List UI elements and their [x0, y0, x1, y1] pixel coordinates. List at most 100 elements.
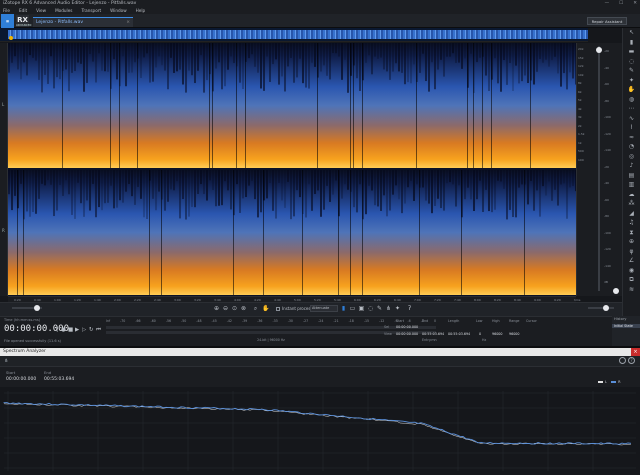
spectrogram-display[interactable]: [8, 43, 576, 296]
freq-tick: 1k: [578, 140, 582, 145]
meter-tick: -42: [226, 319, 232, 323]
view-length[interactable]: 00:55:03.694: [448, 332, 470, 336]
module-fade-icon[interactable]: ◢: [628, 210, 636, 218]
module-voice-icon[interactable]: ♪: [628, 162, 636, 170]
view-high[interactable]: 96000: [492, 332, 503, 336]
module-breath-icon[interactable]: ☁: [628, 191, 636, 199]
view-label: View: [384, 332, 392, 336]
play-selection-icon[interactable]: ▷: [82, 327, 86, 333]
instant-process-mode[interactable]: Attenuate: [310, 305, 338, 312]
magic-wand-icon[interactable]: ✦: [628, 77, 636, 85]
wand-tool-icon[interactable]: ✦: [394, 305, 401, 312]
zoom-in-icon[interactable]: ⊕: [213, 305, 220, 312]
close-button[interactable]: ✕: [633, 0, 637, 8]
vertical-zoom-thumb[interactable]: [603, 305, 609, 311]
header-end: End: [422, 319, 429, 323]
module-leveler-icon[interactable]: ▥: [628, 181, 636, 189]
module-loudness-icon[interactable]: ◉: [628, 267, 636, 275]
ear-tool-icon[interactable]: ʔ: [406, 305, 413, 312]
sel-start[interactable]: 00:00:00.000: [396, 325, 418, 329]
meter-tick: -18: [348, 319, 354, 323]
module-dehum-icon[interactable]: ∿: [628, 115, 636, 123]
hz-note: Hz: [482, 338, 487, 342]
gear-icon[interactable]: [619, 357, 626, 364]
spectrum-plot[interactable]: [0, 387, 640, 475]
spectrogram-channel-right[interactable]: [8, 170, 576, 295]
playhead-marker[interactable]: [9, 36, 13, 40]
colormap-slider-thumb[interactable]: [596, 47, 602, 53]
view-start[interactable]: 00:00:00.000: [396, 332, 418, 336]
waveform-overview[interactable]: [0, 28, 588, 42]
meter-tick: -21: [333, 319, 339, 323]
module-mixing-icon[interactable]: ⊕: [628, 238, 636, 246]
view-low[interactable]: 0: [479, 332, 481, 336]
lasso-tool-icon[interactable]: ◌: [367, 305, 374, 312]
minimize-button[interactable]: —: [605, 0, 610, 8]
hand-icon[interactable]: ✋: [628, 86, 636, 94]
hand-tool-icon[interactable]: ✋: [262, 305, 269, 312]
module-gain-icon[interactable]: ◔: [628, 143, 636, 151]
frequency-select-icon[interactable]: ▬: [628, 48, 636, 56]
headphones-icon[interactable]: ♫: [54, 327, 59, 333]
channel-strip: [0, 43, 8, 296]
analyzer-mode-icon[interactable]: ⋔: [4, 358, 8, 364]
module-dither-icon[interactable]: ⁂: [628, 200, 636, 208]
maximize-button[interactable]: ☐: [619, 0, 623, 8]
horizontal-zoom-thumb[interactable]: [34, 305, 40, 311]
module-spectral-icon[interactable]: ▤: [628, 172, 636, 180]
magnify-icon[interactable]: ⌕: [252, 305, 259, 312]
help-icon[interactable]: ?: [628, 357, 635, 364]
view-range[interactable]: 96000: [509, 332, 520, 336]
status-message: File opened successfully (11.6 s): [4, 339, 61, 343]
stop-icon[interactable]: ■: [68, 327, 73, 333]
freq-select-tool-icon[interactable]: ▭: [349, 305, 356, 312]
module-ambience-icon[interactable]: ≋: [628, 286, 636, 294]
harmonic-tool-icon[interactable]: ⋔: [385, 305, 392, 312]
module-reverb-icon[interactable]: ◎: [628, 153, 636, 161]
module-pitch-icon[interactable]: ♫: [628, 219, 636, 227]
play-icon[interactable]: ▶: [75, 327, 79, 333]
frequency-zoom-thumb[interactable]: [613, 288, 619, 294]
module-denoise-icon[interactable]: ◍: [628, 96, 636, 104]
freq-tick: 5k: [578, 98, 582, 102]
channel-label-left: L: [2, 102, 5, 107]
module-time-icon[interactable]: ⧗: [628, 229, 636, 237]
brush-icon[interactable]: ✎: [628, 67, 636, 75]
pointer-icon[interactable]: ↖: [628, 29, 636, 37]
spectrogram-texture-right: [8, 170, 576, 295]
timefreq-select-tool-icon[interactable]: ▣: [358, 305, 365, 312]
time-select-tool-icon[interactable]: ▮: [340, 305, 347, 312]
spectrogram-channel-left[interactable]: [8, 43, 576, 168]
timecode-display[interactable]: 00:00:00.000: [4, 324, 69, 334]
brush-tool-icon[interactable]: ✎: [376, 305, 383, 312]
colormap-slider-track[interactable]: [598, 46, 600, 291]
freq-tick: 12k: [578, 64, 584, 68]
analyzer-legend: L R: [598, 380, 634, 385]
loop-icon[interactable]: ↻: [89, 327, 94, 333]
module-plugin-icon[interactable]: ⧉: [628, 276, 636, 284]
module-eq-icon[interactable]: ≈: [628, 134, 636, 142]
zoom-out-icon[interactable]: ⊖: [222, 305, 229, 312]
freq-tick: 20k: [578, 47, 584, 51]
freq-tick: 3k: [578, 115, 582, 119]
analyzer-close-button[interactable]: ×: [631, 348, 640, 356]
repair-assistant-button[interactable]: Repair Assistant: [587, 17, 627, 25]
zoom-fit-icon[interactable]: ⊗: [240, 305, 247, 312]
instant-process-toggle[interactable]: Instant process: [276, 305, 313, 312]
vertical-zoom-track[interactable]: [588, 307, 614, 309]
module-declick-icon[interactable]: ⋯: [628, 105, 636, 113]
time-select-icon[interactable]: ▮: [628, 39, 636, 47]
module-phase-icon[interactable]: φ: [628, 248, 636, 256]
view-end[interactable]: 00:55:03.694: [422, 332, 444, 336]
freq-tick: 500: [578, 149, 584, 153]
file-tab[interactable]: Lejenzo - Pitfalls.wav ×: [33, 17, 133, 27]
close-tab-icon[interactable]: ×: [126, 18, 130, 27]
zoom-selection-icon[interactable]: ⊙: [231, 305, 238, 312]
lasso-icon[interactable]: ◌: [628, 58, 636, 66]
rewind-icon[interactable]: ⏮: [96, 327, 101, 334]
record-icon[interactable]: ●: [61, 327, 66, 333]
history-item[interactable]: Initial State: [612, 324, 640, 328]
module-azimuth-icon[interactable]: ∠: [628, 257, 636, 265]
legend-right: R: [618, 380, 621, 384]
module-declip-icon[interactable]: ⌇: [628, 124, 636, 132]
